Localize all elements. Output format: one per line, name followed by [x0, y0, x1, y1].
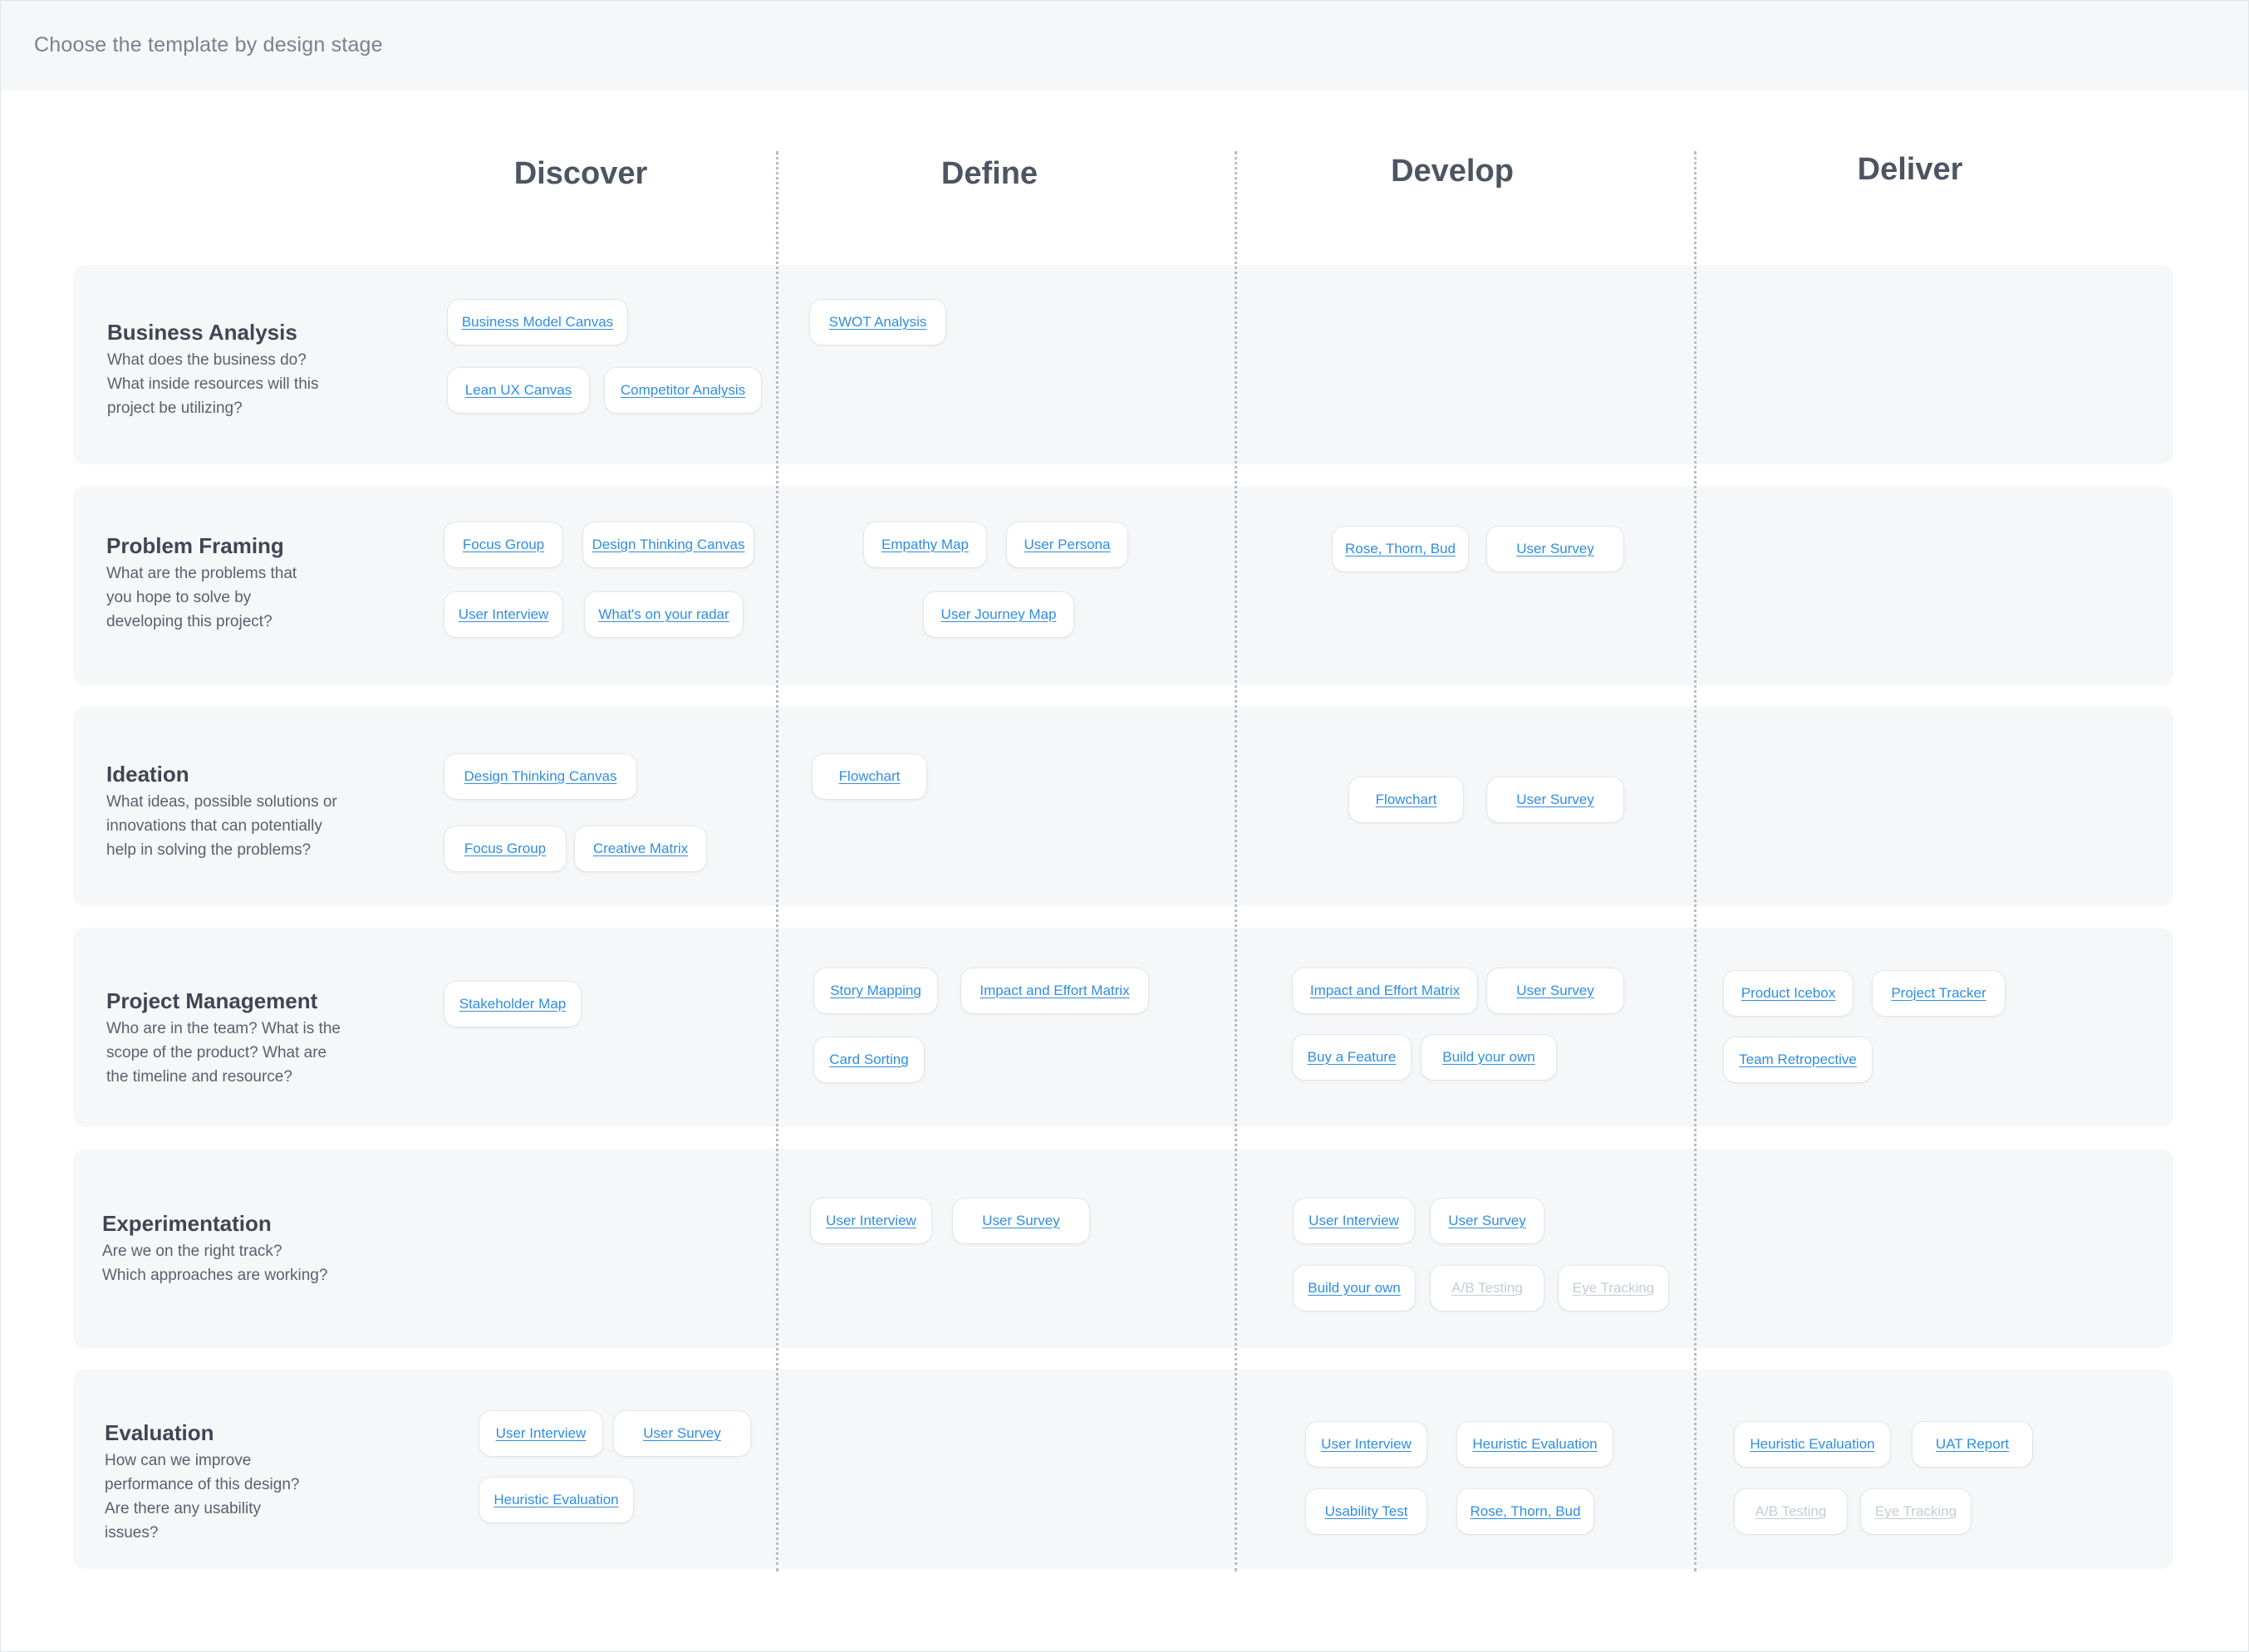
template-chip[interactable]: Business Model Canvas: [448, 300, 627, 345]
template-chip[interactable]: Focus Group: [444, 522, 562, 567]
template-chip[interactable]: User Persona: [1007, 522, 1127, 567]
row-title-ideation: Ideation: [106, 762, 189, 787]
row-title-evaluation: Evaluation: [105, 1420, 214, 1445]
row-description-problem-framing: What are the problems that you hope to s…: [106, 565, 297, 630]
row-ideation: [73, 707, 2173, 906]
column-header-define: Define: [940, 156, 1039, 191]
template-chip[interactable]: User Journey Map: [924, 592, 1073, 637]
template-chip[interactable]: Team Retropective: [1724, 1037, 1872, 1082]
template-chip[interactable]: User Survey: [1431, 1199, 1544, 1243]
template-chip[interactable]: SWOT Analysis: [810, 300, 945, 345]
template-chip[interactable]: Product Icebox: [1724, 971, 1853, 1016]
template-chip-disabled: Eye Tracking: [1861, 1489, 1971, 1534]
row-description-experimentation: Are we on the right track? Which approac…: [102, 1243, 328, 1284]
template-chip[interactable]: Flowchart: [813, 754, 926, 799]
row-experimentation: [73, 1149, 2173, 1348]
template-chip[interactable]: Card Sorting: [814, 1037, 924, 1082]
row-title-experimentation: Experimentation: [102, 1211, 272, 1236]
template-chip[interactable]: Design Thinking Canvas: [444, 754, 636, 799]
template-chip[interactable]: Usability Test: [1306, 1489, 1426, 1534]
template-chip[interactable]: User Survey: [953, 1199, 1089, 1243]
template-chip[interactable]: Heuristic Evaluation: [1457, 1422, 1613, 1467]
template-chip[interactable]: User Survey: [614, 1411, 750, 1456]
template-chip[interactable]: Heuristic Evaluation: [479, 1478, 633, 1522]
template-chip[interactable]: User Interview: [444, 592, 562, 637]
row-title-business-analysis: Business Analysis: [107, 320, 297, 345]
template-chip[interactable]: Buy a Feature: [1293, 1035, 1411, 1080]
template-chip[interactable]: User Interview: [479, 1411, 602, 1456]
page-title: Choose the template by design stage: [34, 33, 383, 56]
template-chip[interactable]: Flowchart: [1349, 777, 1463, 822]
template-chip[interactable]: User Survey: [1487, 777, 1623, 822]
row-description-evaluation: How can we improve performance of this d…: [105, 1452, 300, 1542]
template-chip[interactable]: Impact and Effort Matrix: [1293, 968, 1477, 1013]
template-chip[interactable]: User Interview: [811, 1199, 931, 1243]
template-chip[interactable]: User Survey: [1487, 527, 1623, 571]
template-chip[interactable]: Design Thinking Canvas: [583, 522, 754, 567]
column-divider-2: [1235, 151, 1237, 1571]
template-chip[interactable]: Impact and Effort Matrix: [961, 968, 1148, 1013]
template-chip[interactable]: UAT Report: [1913, 1422, 2032, 1467]
template-chip[interactable]: Creative Matrix: [575, 826, 706, 871]
column-header-develop: Develop: [1391, 154, 1514, 189]
row-title-problem-framing: Problem Framing: [106, 533, 284, 558]
column-header-deliver: Deliver: [1857, 152, 1963, 187]
row-description-project-management: Who are in the team? What is the scope o…: [106, 1020, 341, 1086]
column-header-discover: Discover: [513, 156, 648, 191]
template-chip[interactable]: Heuristic Evaluation: [1735, 1422, 1890, 1467]
template-chip[interactable]: Focus Group: [444, 826, 566, 871]
column-divider-3: [1694, 151, 1697, 1571]
template-chip[interactable]: Project Tracker: [1873, 971, 2005, 1016]
row-business-analysis: [73, 265, 2173, 464]
template-chip[interactable]: Empathy Map: [864, 522, 986, 567]
header-bar: Choose the template by design stage: [1, 1, 2248, 91]
column-divider-1: [776, 151, 778, 1571]
template-chip[interactable]: Build your own: [1422, 1035, 1556, 1080]
template-chip[interactable]: Competitor Analysis: [605, 368, 761, 413]
template-chip[interactable]: Stakeholder Map: [444, 982, 581, 1027]
row-problem-framing: [73, 486, 2173, 685]
row-title-project-management: Project Management: [106, 988, 318, 1013]
row-description-ideation: What ideas, possible solutions or innova…: [106, 793, 337, 859]
template-chip-disabled: A/B Testing: [1431, 1266, 1544, 1311]
template-chip[interactable]: Rose, Thorn, Bud: [1457, 1489, 1593, 1534]
template-chip[interactable]: Lean UX Canvas: [448, 368, 589, 413]
template-chip[interactable]: User Interview: [1294, 1199, 1414, 1243]
template-chip[interactable]: Story Mapping: [814, 968, 937, 1013]
row-evaluation: [73, 1370, 2173, 1569]
template-chip-disabled: Eye Tracking: [1559, 1266, 1668, 1311]
row-project-management: [73, 928, 2173, 1127]
template-chip-disabled: A/B Testing: [1735, 1489, 1847, 1534]
template-chip[interactable]: User Survey: [1487, 968, 1623, 1013]
template-chip[interactable]: What's on your radar: [585, 592, 743, 637]
template-chip[interactable]: Build your own: [1294, 1266, 1415, 1311]
row-description-business-analysis: What does the business do? What inside r…: [107, 351, 319, 417]
template-chip[interactable]: Rose, Thorn, Bud: [1333, 527, 1468, 571]
template-chip[interactable]: User Interview: [1306, 1422, 1426, 1467]
